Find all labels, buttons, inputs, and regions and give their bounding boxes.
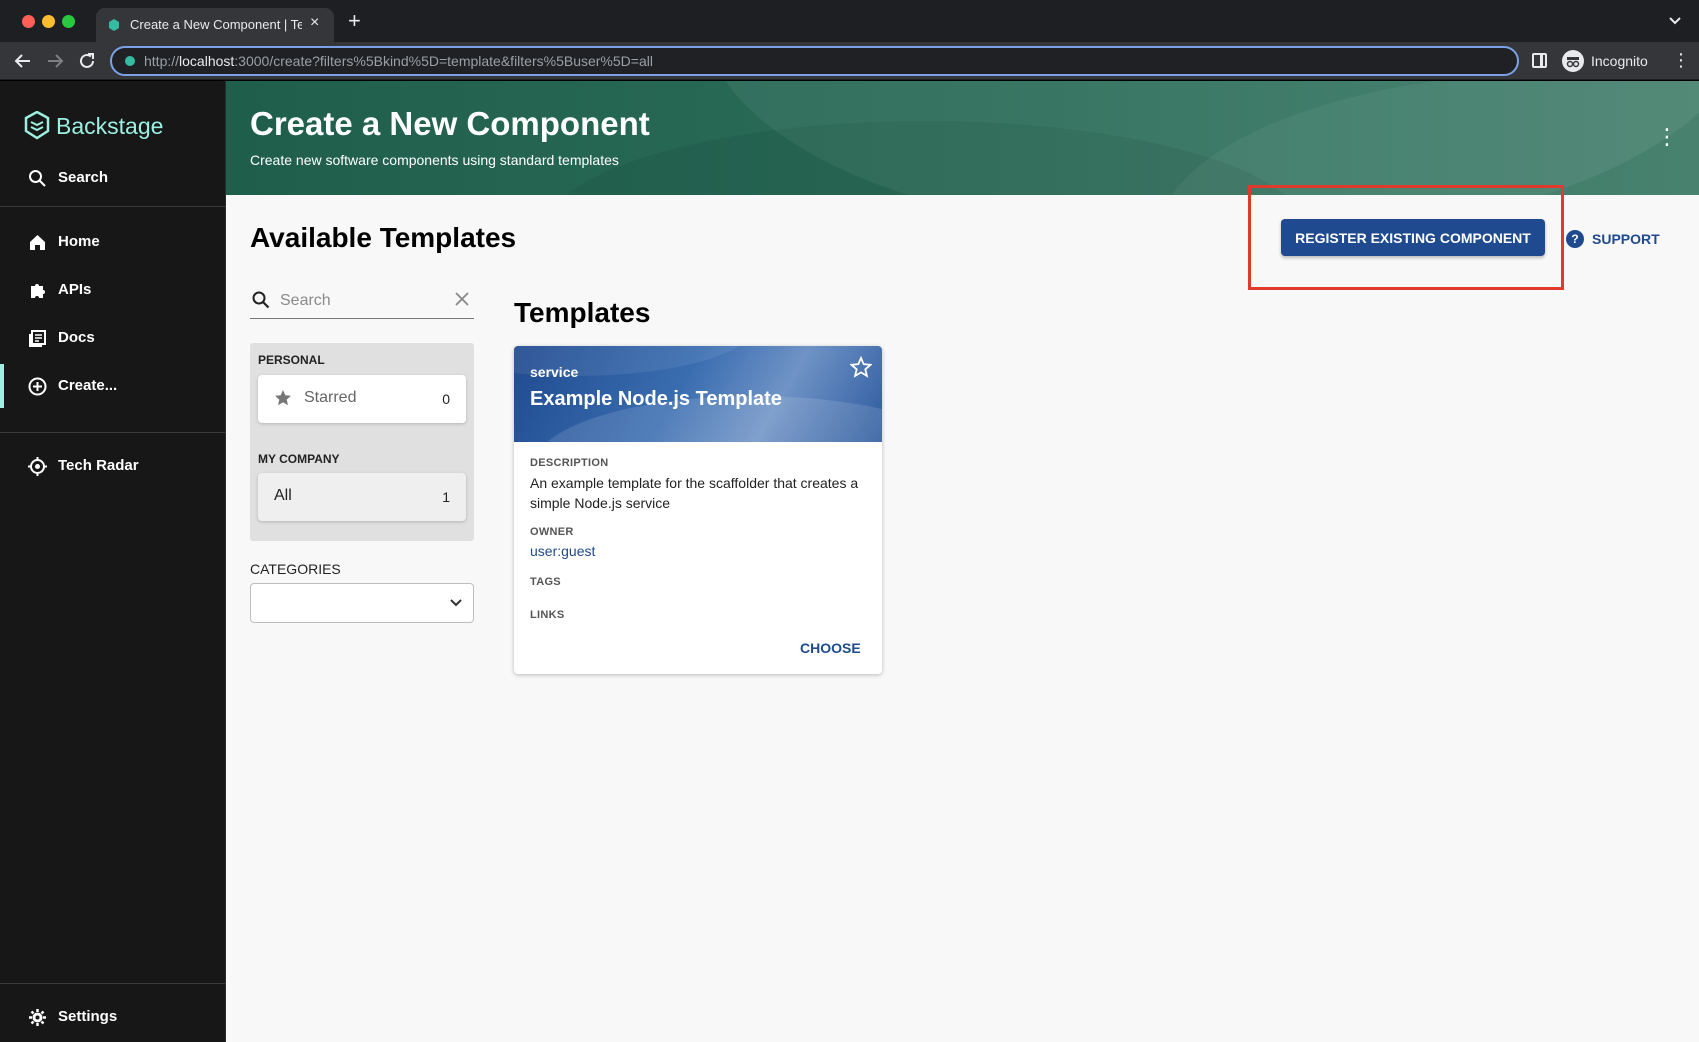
sidebar-item-settings[interactable]: Settings — [0, 995, 226, 1039]
maximize-window-button[interactable] — [62, 15, 75, 28]
page-header: Create a New Component Create new softwa… — [226, 81, 1699, 195]
radar-icon — [28, 457, 47, 476]
backstage-logo-icon — [24, 110, 50, 140]
browser-tab[interactable]: Create a New Component | Ten × — [96, 8, 334, 42]
starred-label: Starred — [304, 389, 357, 406]
forward-arrow-icon[interactable] — [46, 52, 64, 70]
browser-toolbar: http://localhost:3000/create?filters%5Bk… — [0, 42, 1699, 80]
star-outline-icon[interactable] — [850, 356, 872, 378]
sidebar-item-search[interactable]: Search — [0, 156, 226, 200]
incognito-label[interactable]: Incognito — [1591, 53, 1648, 69]
sidebar-divider — [0, 983, 226, 984]
owner-label: OWNER — [530, 526, 574, 538]
support-label: SUPPORT — [1592, 231, 1660, 247]
template-card: service Example Node.js Template DESCRIP… — [514, 346, 882, 674]
starred-filter[interactable]: Starred 0 — [258, 375, 466, 423]
all-count: 1 — [442, 489, 450, 505]
address-bar[interactable]: http://localhost:3000/create?filters%5Bk… — [110, 46, 1519, 76]
chevron-down-icon — [450, 599, 462, 607]
more-options-icon[interactable]: ⋮ — [1656, 126, 1678, 148]
sidebar-item-label: Home — [58, 233, 100, 250]
logo-text: Backstage — [56, 113, 164, 139]
choose-button[interactable]: CHOOSE — [800, 640, 861, 656]
close-window-button[interactable] — [22, 15, 35, 28]
browser-menu-icon[interactable]: ⋮ — [1672, 51, 1690, 69]
sidebar: Backstage Search Home APIs Docs Create..… — [0, 81, 226, 1042]
gear-icon — [29, 1009, 46, 1026]
puzzle-icon — [31, 284, 45, 298]
home-icon — [30, 235, 45, 250]
categories-label: CATEGORIES — [250, 561, 341, 577]
all-filter[interactable]: All 1 — [258, 473, 466, 521]
backstage-favicon-icon — [109, 19, 119, 31]
template-search — [250, 283, 474, 319]
sidebar-item-apis[interactable]: APIs — [0, 268, 226, 312]
clear-search-icon[interactable] — [454, 291, 470, 307]
side-panel-icon[interactable] — [1532, 53, 1547, 68]
links-label: LINKS — [530, 609, 565, 621]
star-icon — [275, 390, 291, 406]
url-text: http://localhost:3000/create?filters%5Bk… — [144, 53, 653, 69]
search-input[interactable] — [280, 287, 440, 315]
sidebar-item-create[interactable]: Create... — [0, 364, 226, 408]
incognito-icon[interactable] — [1562, 50, 1584, 72]
highlight-box — [1248, 185, 1564, 290]
tags-label: TAGS — [530, 576, 561, 588]
create-icon — [28, 377, 47, 396]
sidebar-item-tech-radar[interactable]: Tech Radar — [0, 444, 226, 488]
all-label: All — [274, 487, 292, 504]
personal-heading: PERSONAL — [258, 353, 325, 367]
my-company-heading: MY COMPANY — [258, 452, 340, 466]
backstage-logo[interactable]: Backstage — [24, 110, 163, 141]
sidebar-item-home[interactable]: Home — [0, 220, 226, 264]
sidebar-item-label: APIs — [58, 281, 92, 298]
search-icon — [252, 291, 270, 309]
tab-title: Create a New Component | Ten — [130, 17, 302, 32]
description-label: DESCRIPTION — [530, 457, 609, 469]
chevron-down-icon[interactable] — [1668, 14, 1682, 28]
sidebar-item-label: Docs — [58, 329, 95, 346]
owner-link[interactable]: user:guest — [530, 543, 595, 559]
sidebar-item-label: Create... — [58, 377, 118, 394]
docs-icon — [29, 330, 46, 347]
template-description: An example template for the scaffolder t… — [530, 475, 859, 511]
reload-icon[interactable] — [78, 52, 96, 70]
user-filter-panel: PERSONAL Starred 0 MY COMPANY All 1 — [250, 343, 474, 541]
sidebar-item-label: Settings — [58, 1008, 118, 1025]
templates-title: Templates — [514, 297, 651, 328]
sidebar-item-label: Search — [58, 169, 109, 186]
template-type: service — [530, 364, 579, 380]
card-header: service Example Node.js Template — [514, 346, 882, 442]
help-icon: ? — [1566, 230, 1584, 248]
back-arrow-icon[interactable] — [14, 52, 32, 70]
close-tab-icon[interactable]: × — [310, 14, 319, 32]
sidebar-item-docs[interactable]: Docs — [0, 316, 226, 360]
search-icon — [29, 170, 46, 187]
template-name: Example Node.js Template — [530, 388, 782, 410]
minimize-window-button[interactable] — [42, 15, 55, 28]
main-content: Create a New Component Create new softwa… — [226, 81, 1699, 1042]
sidebar-divider — [0, 206, 226, 207]
sidebar-divider — [0, 432, 226, 433]
section-title: Available Templates — [250, 222, 517, 253]
page-subtitle: Create new software components using sta… — [250, 152, 619, 168]
new-tab-icon[interactable]: + — [348, 10, 361, 32]
browser-titlebar: Create a New Component | Ten × + — [0, 0, 1699, 42]
starred-count: 0 — [442, 391, 450, 407]
categories-select[interactable] — [250, 583, 474, 623]
site-info-icon[interactable] — [124, 55, 136, 67]
page-title: Create a New Component — [250, 105, 650, 142]
sidebar-item-label: Tech Radar — [58, 457, 139, 474]
